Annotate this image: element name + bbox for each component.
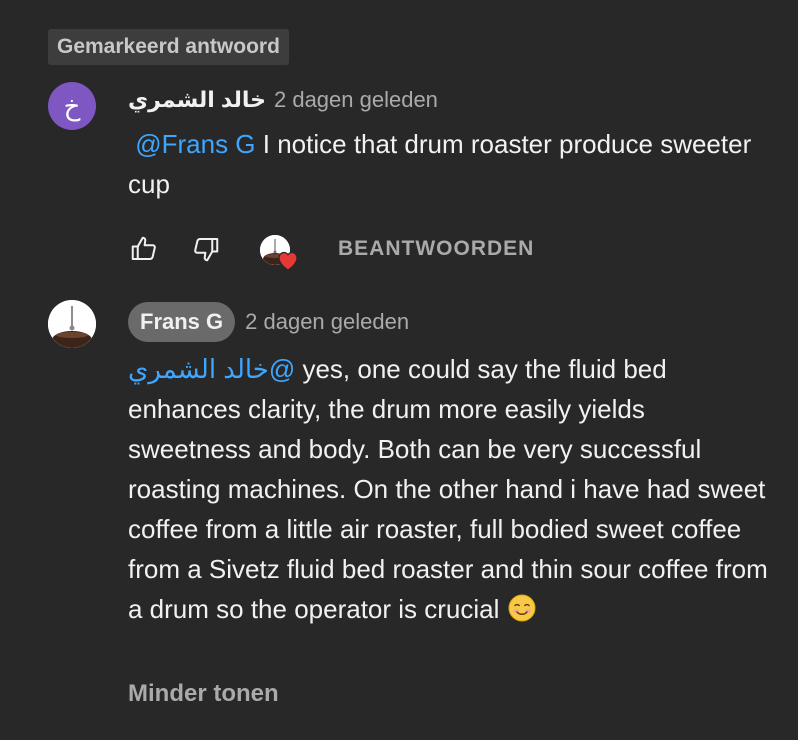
- smiling-face-emoji-icon: [507, 593, 537, 623]
- comment-header: خالد الشمري 2 dagen geleden: [128, 82, 438, 118]
- comment-timestamp[interactable]: 2 dagen geleden: [245, 309, 409, 335]
- avatar[interactable]: خ: [48, 82, 96, 130]
- author-chip[interactable]: Frans G: [128, 302, 236, 342]
- avatar-letter: خ: [63, 91, 81, 121]
- comment-actions: BEANTWOORDEN: [128, 226, 534, 272]
- show-less-button[interactable]: Minder tonen: [128, 680, 279, 708]
- reply-button[interactable]: BEANTWOORDEN: [338, 237, 534, 261]
- avatar[interactable]: [48, 300, 96, 348]
- comment-thread: Gemarkeerd antwoord خ خالد الشمري 2 dage…: [0, 0, 798, 740]
- comment-text: @Frans G I notice that drum roaster prod…: [128, 124, 768, 204]
- comment-header: Frans G 2 dagen geleden: [128, 302, 409, 342]
- comment-timestamp[interactable]: 2 dagen geleden: [274, 87, 438, 113]
- creator-heart-icon[interactable]: [256, 227, 300, 271]
- heart-icon: [278, 251, 298, 271]
- author-name[interactable]: خالد الشمري: [128, 87, 266, 113]
- comment-body: yes, one could say the fluid bed enhance…: [128, 354, 768, 624]
- comment-text: @خالد الشمري yes, one could say the flui…: [128, 349, 768, 629]
- thumbs-down-icon[interactable]: [190, 233, 222, 265]
- coffee-roaster-avatar-icon: [48, 300, 96, 348]
- mention-link[interactable]: @خالد الشمري: [128, 354, 295, 384]
- thumbs-up-icon[interactable]: [128, 233, 160, 265]
- mention-link[interactable]: @Frans G: [135, 129, 255, 159]
- highlighted-reply-badge: Gemarkeerd antwoord: [48, 29, 289, 65]
